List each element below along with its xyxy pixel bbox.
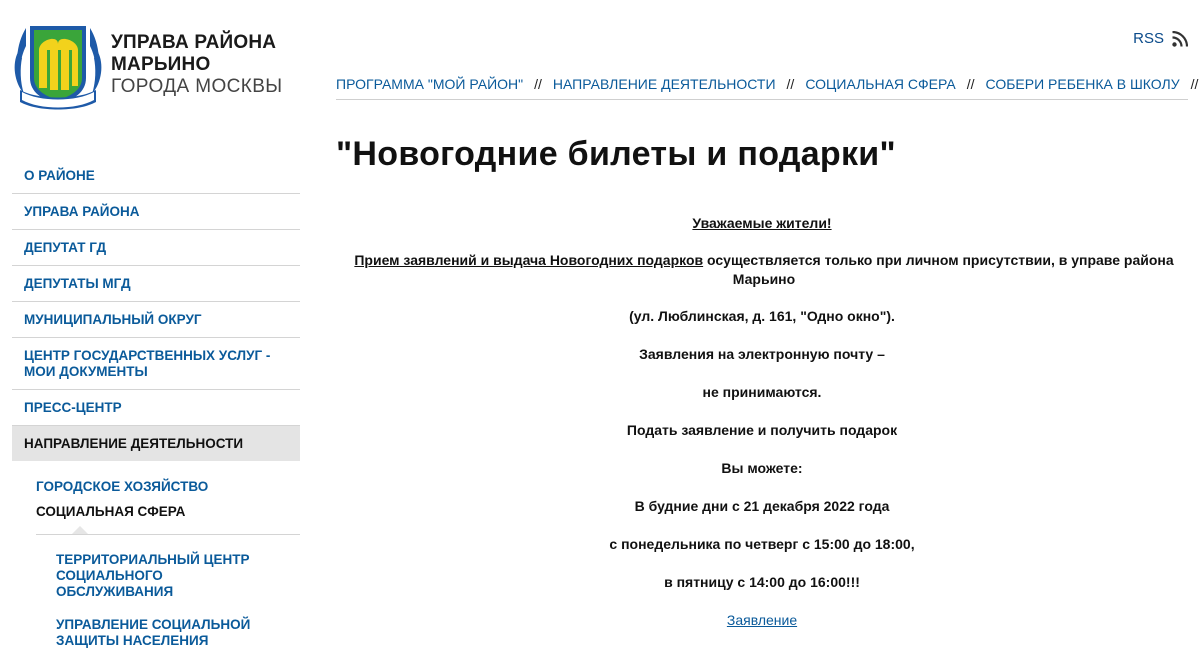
sidebar-subitem-social[interactable]: СОЦИАЛЬНАЯ СФЕРА xyxy=(12,504,300,520)
sidebar-item-mfc[interactable]: ЦЕНТР ГОСУДАРСТВЕННЫХ УСЛУГ - МОИ ДОКУМЕ… xyxy=(12,338,300,390)
breadcrumb-separator: // xyxy=(1190,76,1199,92)
breadcrumb-separator: // xyxy=(786,76,795,92)
sidebar-sub2item-uszn[interactable]: УПРАВЛЕНИЕ СОЦИАЛЬНОЙ ЗАЩИТЫ НАСЕЛЕНИЯ xyxy=(12,617,252,649)
page-title: "Новогодние билеты и подарки" xyxy=(336,135,896,173)
subnav-divider xyxy=(36,526,300,535)
email-line2: не принимаются. xyxy=(702,384,822,400)
address: (ул. Люблинская, д. 161, "Одно окно"). xyxy=(629,308,895,324)
org-name-line3: ГОРОДА МОСКВЫ xyxy=(111,76,283,97)
sidebar-item-deputy-gd[interactable]: ДЕПУТАТ ГД xyxy=(12,230,300,266)
statement-link[interactable]: Заявление xyxy=(727,612,797,628)
sidebar-item-about[interactable]: О РАЙОНЕ xyxy=(12,158,300,194)
breadcrumb-item-school[interactable]: СОБЕРИ РЕБЕНКА В ШКОЛУ xyxy=(986,76,1180,92)
rss-label: RSS xyxy=(1133,30,1164,47)
sidebar-item-municipal[interactable]: МУНИЦИПАЛЬНЫЙ ОКРУГ xyxy=(12,302,300,338)
sidebar-item-activities[interactable]: НАПРАВЛЕНИЕ ДЕЯТЕЛЬНОСТИ xyxy=(12,426,300,461)
rss-link[interactable]: RSS xyxy=(1133,30,1188,47)
sidebar-item-uprava[interactable]: УПРАВА РАЙОНА xyxy=(12,194,300,230)
greeting: Уважаемые жители! xyxy=(692,215,832,231)
schedule-line3: в пятницу с 14:00 до 16:00!!! xyxy=(664,574,860,590)
breadcrumb-item-my-district[interactable]: ПРОГРАММА "МОЙ РАЙОН" xyxy=(336,76,523,92)
org-name-line1: УПРАВА РАЙОНА xyxy=(111,32,277,53)
breadcrumb-separator: // xyxy=(534,76,542,92)
org-name-line2: МАРЬИНО xyxy=(111,54,211,75)
org-name[interactable]: УПРАВА РАЙОНА МАРЬИНО ГОРОДА МОСКВЫ xyxy=(111,32,283,98)
sidebar-sub2item-tcso[interactable]: ТЕРРИТОРИАЛЬНЫЙ ЦЕНТР СОЦИАЛЬНОГО ОБСЛУЖ… xyxy=(12,552,262,600)
sidebar-item-press[interactable]: ПРЕСС-ЦЕНТР xyxy=(12,390,300,426)
intro-paragraph: Прием заявлений и выдача Новогодних пода… xyxy=(336,251,1188,289)
breadcrumb-item-social-sphere[interactable]: СОЦИАЛЬНАЯ СФЕРА xyxy=(805,76,955,92)
rss-icon xyxy=(1172,30,1188,47)
email-line1: Заявления на электронную почту – xyxy=(639,346,885,362)
schedule-line1: В будние дни с 21 декабря 2022 года xyxy=(634,498,890,514)
sidebar-item-deputies-mgd[interactable]: ДЕПУТАТЫ МГД xyxy=(12,266,300,302)
breadcrumb-item-activities[interactable]: НАПРАВЛЕНИЕ ДЕЯТЕЛЬНОСТИ xyxy=(553,76,776,92)
breadcrumb-separator: // xyxy=(966,76,975,92)
apply-line2: Вы можете: xyxy=(721,460,803,476)
breadcrumb: ПРОГРАММА "МОЙ РАЙОН" // НАПРАВЛЕНИЕ ДЕЯ… xyxy=(336,76,1198,100)
sidebar-subnav: ГОРОДСКОЕ ХОЗЯЙСТВО СОЦИАЛЬНАЯ СФЕРА ТЕР… xyxy=(12,461,300,649)
apply-line1: Подать заявление и получить подарок xyxy=(626,422,898,438)
district-logo[interactable] xyxy=(12,16,104,112)
intro-rest: осуществляется только при личном присутс… xyxy=(703,252,1174,287)
intro-underlined: Прием заявлений и выдача Новогодних пода… xyxy=(354,252,704,268)
sidebar-subitem-city-economy[interactable]: ГОРОДСКОЕ ХОЗЯЙСТВО xyxy=(12,479,300,495)
announcement: Уважаемые жители! Прием заявлений и выда… xyxy=(336,214,1188,630)
sidebar-nav: О РАЙОНЕ УПРАВА РАЙОНА ДЕПУТАТ ГД ДЕПУТА… xyxy=(12,158,300,649)
schedule-line2: с понедельника по четверг с 15:00 до 18:… xyxy=(609,536,915,552)
